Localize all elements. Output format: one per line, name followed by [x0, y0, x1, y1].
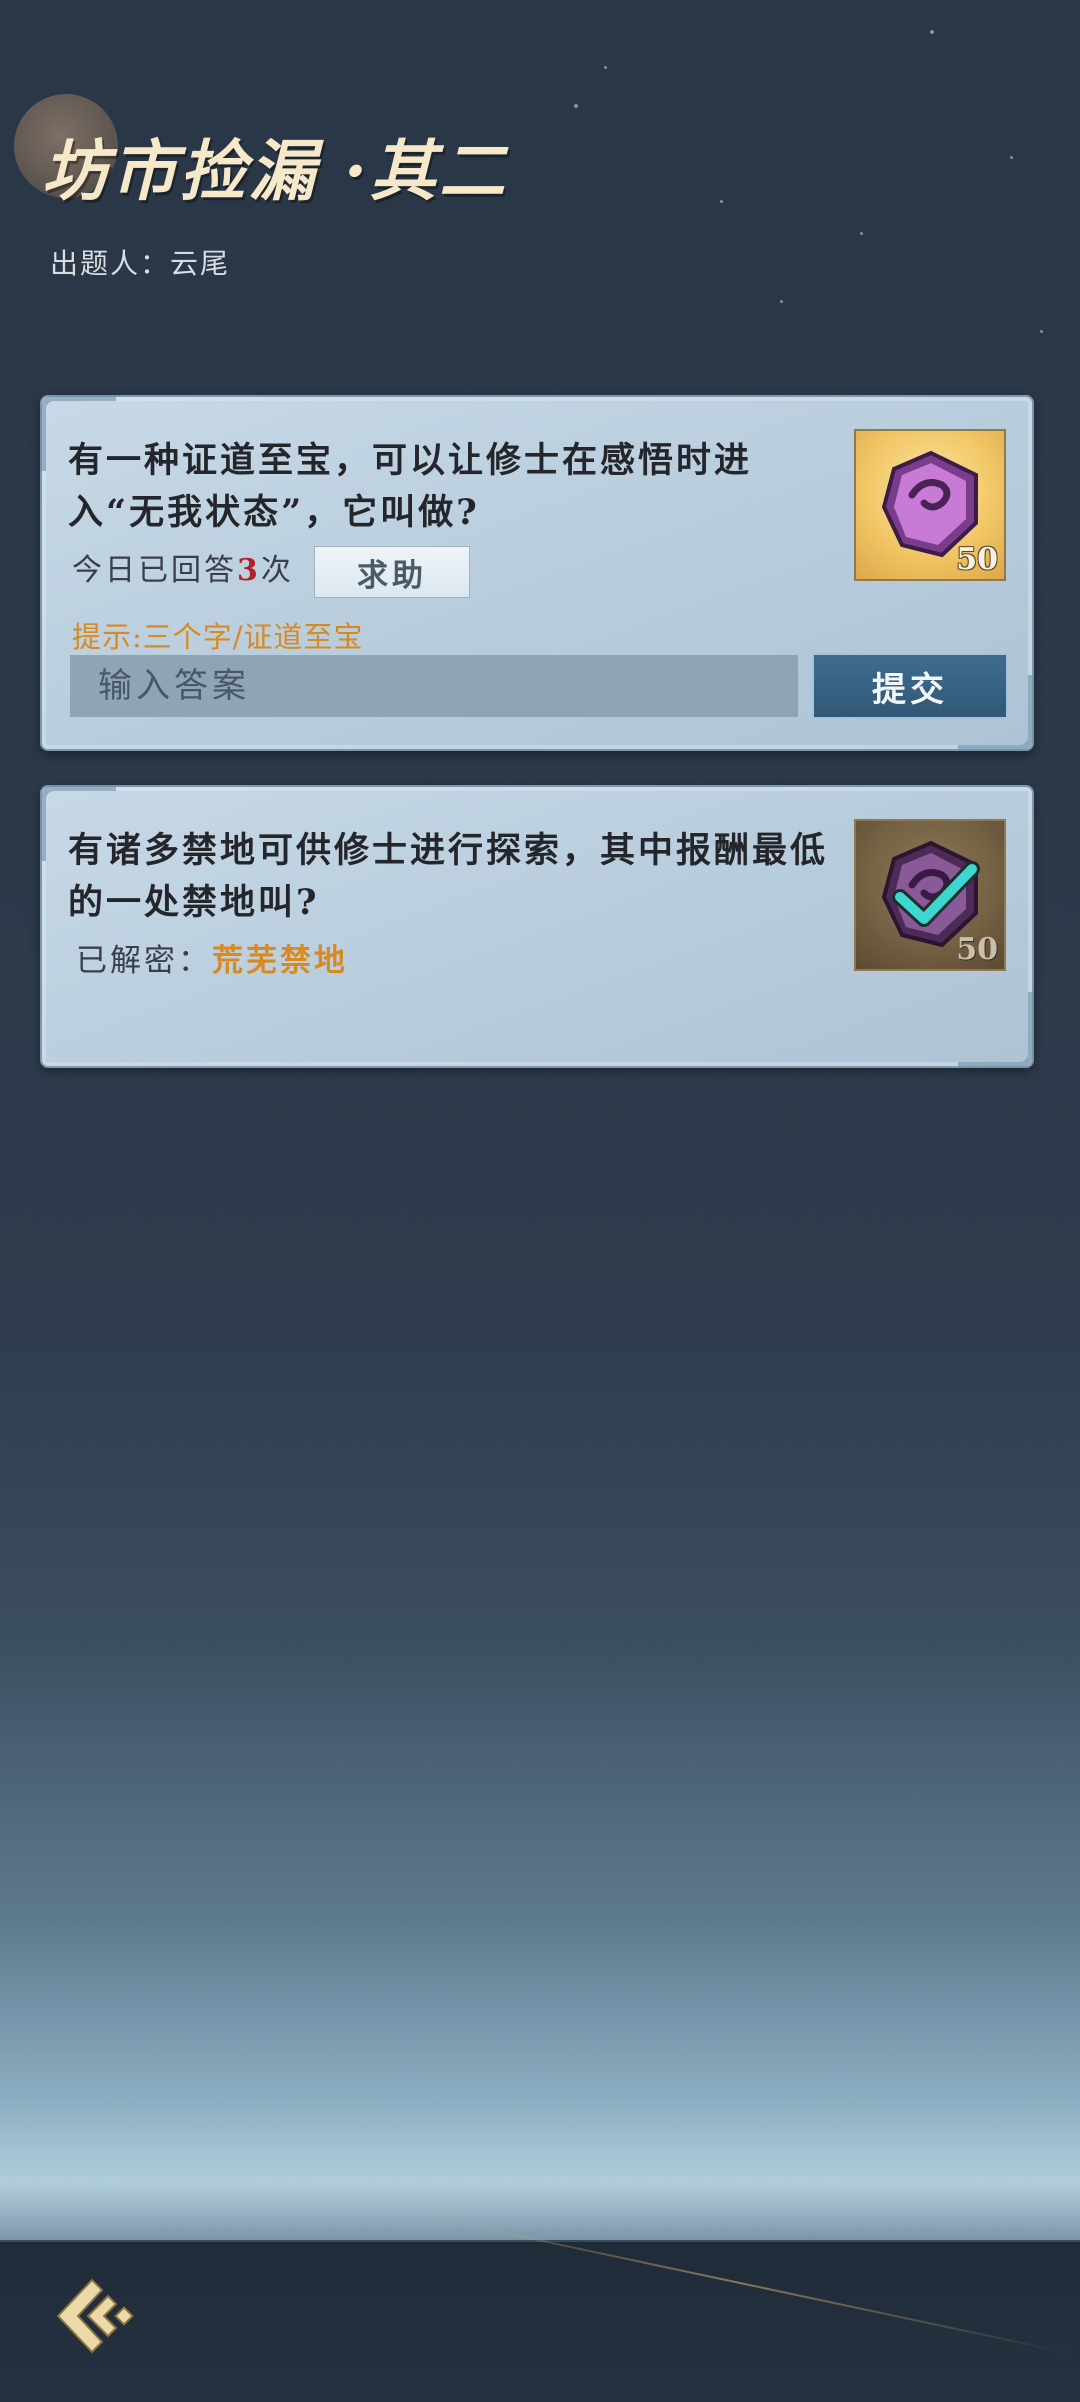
page-title: 坊市捡漏 ·其二 [42, 132, 508, 210]
card-corner-ornament [958, 992, 1034, 1068]
back-button[interactable] [44, 2266, 144, 2366]
bottom-bar [0, 2211, 1080, 2402]
question-text: 有诸多禁地可供修士进行探索，其中报酬最低的一处禁地叫? [68, 830, 829, 923]
question-text: 有一种证道至宝，可以让修士在感悟时进入“无我状态”，它叫做? [68, 440, 753, 533]
question-author: 出题人：云尾 [50, 247, 231, 280]
solved-answer-line: 已解密：荒芜禁地 [76, 935, 348, 980]
submit-button[interactable]: 提交 [812, 653, 1008, 719]
reward-item-claimed[interactable]: 50 [854, 819, 1006, 971]
solved-answer: 荒芜禁地 [212, 943, 348, 979]
back-arrow-icon [56, 2278, 134, 2354]
question-card-2: 有诸多禁地可供修士进行探索，其中报酬最低的一处禁地叫? 已解密：荒芜禁地 50 [40, 785, 1034, 1068]
answered-suffix: 次 [260, 553, 294, 588]
reward-count: 50 [956, 932, 998, 967]
answered-count: 3 [237, 553, 261, 588]
question-card-1: 有一种证道至宝，可以让修士在感悟时进入“无我状态”，它叫做? 今日已回答3次 求… [40, 395, 1034, 751]
answer-attempts: 今日已回答3次 [72, 545, 294, 589]
help-button[interactable]: 求助 [314, 546, 470, 598]
answer-input[interactable] [70, 655, 798, 717]
hint-text: 提示:三个字/证道至宝 [72, 620, 364, 654]
solved-label: 已解密： [76, 943, 212, 979]
answered-prefix: 今日已回答 [72, 553, 237, 588]
reward-count: 50 [956, 542, 998, 577]
reward-item[interactable]: 50 [854, 429, 1006, 581]
mist-decoration [0, 2100, 1080, 2240]
